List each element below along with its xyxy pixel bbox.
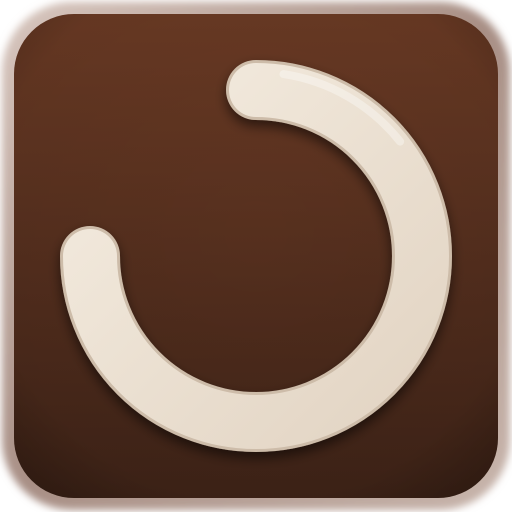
app-icon[interactable] bbox=[0, 0, 512, 512]
app-icon-graphic bbox=[2, 2, 510, 510]
